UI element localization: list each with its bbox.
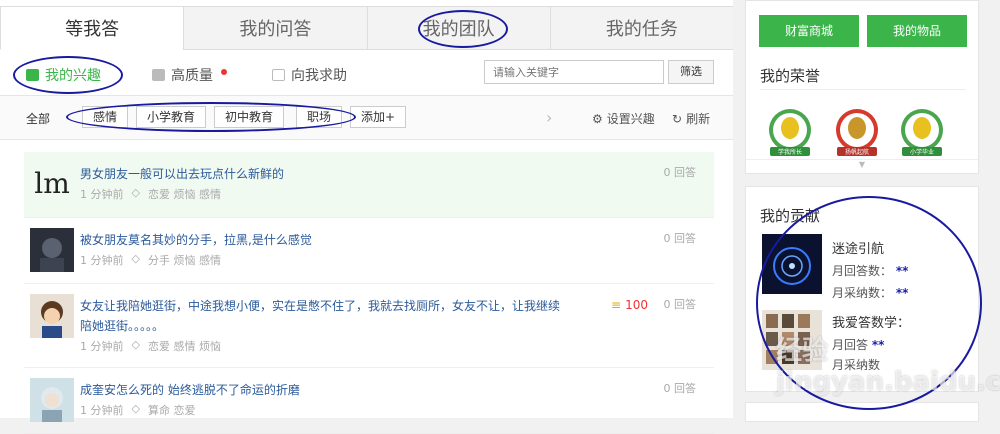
- set-interest-label: 设置兴趣: [606, 112, 655, 126]
- question-meta: 1 分钟前 ◇ 恋爱 烦恼 感情: [80, 186, 221, 202]
- question-meta: 1 分钟前 ◇ 恋爱 感情 烦恼: [80, 338, 221, 354]
- answer-count: 0 回答: [663, 382, 697, 395]
- tag-icon: ◇: [131, 252, 140, 265]
- honor-badge[interactable]: 扬帆起航: [833, 104, 881, 162]
- question-tags: 恋爱 感情 烦恼: [147, 340, 221, 353]
- question-tags: 算命 恋爱: [147, 404, 196, 417]
- expand-more[interactable]: ▼: [746, 159, 978, 173]
- tag-item[interactable]: 职场: [296, 106, 343, 128]
- filter-button[interactable]: 筛选: [668, 60, 714, 84]
- monthly-adopted-label: 月采纳数：: [832, 286, 893, 300]
- subtab-quality[interactable]: 高质量: [152, 65, 227, 85]
- bounty-value: 100: [625, 298, 648, 312]
- main-panel: 等我答 我的问答 我的团队 我的任务 我的兴趣 高质量 向我求助 筛选 全部 感…: [0, 0, 733, 434]
- question-title[interactable]: 男女朋友一般可以出去玩点什么新鲜的: [80, 164, 284, 184]
- gear-icon: ⚙: [592, 111, 603, 126]
- question-list: lm 男女朋友一般可以出去玩点什么新鲜的 1 分钟前 ◇ 恋爱 烦恼 感情 0 …: [24, 152, 714, 434]
- badge-label: 学我所长: [770, 147, 810, 156]
- monthly-answers-label: 月回答数：: [832, 264, 893, 278]
- tag-icon: ◇: [131, 186, 140, 199]
- contribution-stat: 月回答数： **: [832, 262, 908, 279]
- honor-badge[interactable]: 小学毕业: [898, 104, 946, 162]
- watermark: 经验 jingyan.baidu.com: [776, 336, 1000, 397]
- question-title[interactable]: 被女朋友莫名其妙的分手，拉黑,是什么感觉: [80, 230, 312, 250]
- list-icon: [26, 69, 39, 81]
- tag-item[interactable]: 感情: [82, 106, 129, 128]
- set-interest-button[interactable]: ⚙ 设置兴趣: [592, 110, 655, 127]
- badge-label: 扬帆起航: [837, 147, 877, 156]
- list-item: 成奎安怎么死的 始终逃脱不了命运的折磨 1 分钟前 ◇ 算命 恋爱 0 回答: [24, 368, 714, 434]
- refresh-label: 刷新: [686, 112, 711, 126]
- coin-icon: ≡: [611, 298, 622, 312]
- question-time: 1 分钟前: [80, 188, 124, 201]
- tag-item[interactable]: 小学教育: [136, 106, 207, 128]
- refresh-icon: ↻: [672, 111, 683, 126]
- tag-item[interactable]: 初中教育: [214, 106, 285, 128]
- question-tags: 分手 烦恼 感情: [147, 254, 221, 267]
- wealth-mall-button[interactable]: 财富商城: [759, 15, 859, 47]
- subtab-ask-me[interactable]: 向我求助: [272, 65, 347, 85]
- honor-title: 我的荣誉: [760, 67, 821, 85]
- contribution-stat: 月采纳数： **: [832, 284, 908, 301]
- question-meta: 1 分钟前 ◇ 分手 烦恼 感情: [80, 252, 221, 268]
- list-item: 女友让我陪她逛街，中途我想小便，实在是憋不住了，我就去找厕所，女友不让，让我继续…: [24, 284, 714, 368]
- honor-badge[interactable]: 学我所长: [766, 104, 814, 162]
- contribution-image[interactable]: [762, 234, 822, 294]
- interest-tag-bar: 全部 感情 小学教育 初中教育 职场 添加+ › ⚙ 设置兴趣 ↻ 刷新: [0, 96, 733, 140]
- my-items-button[interactable]: 我的物品: [867, 15, 967, 47]
- subtab-interest-label: 我的兴趣: [45, 68, 101, 84]
- question-meta: 1 分钟前 ◇ 算命 恋爱: [80, 402, 195, 418]
- chevron-down-icon: ▼: [858, 160, 866, 169]
- tag-icon: ◇: [131, 338, 140, 351]
- document-icon: [152, 69, 165, 81]
- refresh-button[interactable]: ↻ 刷新: [672, 110, 710, 127]
- avatar[interactable]: lm: [30, 162, 74, 206]
- question-tags: 恋爱 烦恼 感情: [147, 188, 221, 201]
- tag-icon: ◇: [131, 402, 140, 415]
- answer-count: 0 回答: [663, 298, 697, 311]
- tag-all[interactable]: 全部: [26, 110, 50, 127]
- keyword-search-input[interactable]: [484, 60, 664, 84]
- question-title-line: 女友让我陪她逛街，中途我想小便，实在是憋不住了，我就去找厕所，女友不让，让我继续: [80, 299, 561, 313]
- tab-my-qa[interactable]: 我的问答: [183, 6, 367, 49]
- next-card: [745, 402, 979, 422]
- subtab-interest[interactable]: 我的兴趣: [26, 65, 101, 85]
- avatar[interactable]: [30, 228, 74, 272]
- contribution-name[interactable]: 我爱答数学：: [832, 312, 910, 331]
- question-title[interactable]: 成奎安怎么死的 始终逃脱不了命运的折磨: [80, 380, 300, 400]
- contribution-name[interactable]: 迷途引航: [832, 238, 884, 257]
- answer-count: 0 回答: [663, 232, 697, 245]
- answer-count: 0 回答: [663, 166, 697, 179]
- question-time: 1 分钟前: [80, 340, 124, 353]
- masked-value: **: [895, 286, 909, 300]
- list-item: lm 男女朋友一般可以出去玩点什么新鲜的 1 分钟前 ◇ 恋爱 烦恼 感情 0 …: [24, 152, 714, 218]
- subtab-quality-label: 高质量: [171, 68, 213, 84]
- subtab-ask-me-label: 向我求助: [291, 68, 347, 84]
- avatar[interactable]: [30, 294, 74, 338]
- question-title-line: 陪她逛街。。。。。: [80, 319, 165, 333]
- divider: [760, 89, 966, 90]
- avatar[interactable]: [30, 378, 74, 422]
- question-time: 1 分钟前: [80, 254, 124, 267]
- question-time: 1 分钟前: [80, 404, 124, 417]
- list-item: 被女朋友莫名其妙的分手，拉黑,是什么感觉 1 分钟前 ◇ 分手 烦恼 感情 0 …: [24, 218, 714, 284]
- contribution-title: 我的贡献: [760, 207, 821, 225]
- add-tag-button[interactable]: 添加+: [350, 106, 407, 128]
- chevron-right-icon[interactable]: ›: [546, 108, 552, 127]
- tab-my-tasks[interactable]: 我的任务: [549, 6, 733, 49]
- new-dot-badge: [221, 69, 227, 75]
- question-title[interactable]: 女友让我陪她逛街，中途我想小便，实在是憋不住了，我就去找厕所，女友不让，让我继续…: [80, 296, 560, 336]
- main-tabs: 等我答 我的问答 我的团队 我的任务: [0, 6, 733, 50]
- help-icon: [272, 69, 285, 81]
- masked-value: **: [895, 264, 909, 278]
- honor-card: 财富商城 我的物品 我的荣誉 学我所长 扬帆起航 小学毕业 ▼: [745, 0, 979, 174]
- badge-label: 小学毕业: [902, 147, 942, 156]
- tab-my-team[interactable]: 我的团队: [366, 6, 550, 49]
- bounty-badge: ≡ 100: [611, 298, 648, 312]
- tab-wait-answer[interactable]: 等我答: [0, 6, 184, 50]
